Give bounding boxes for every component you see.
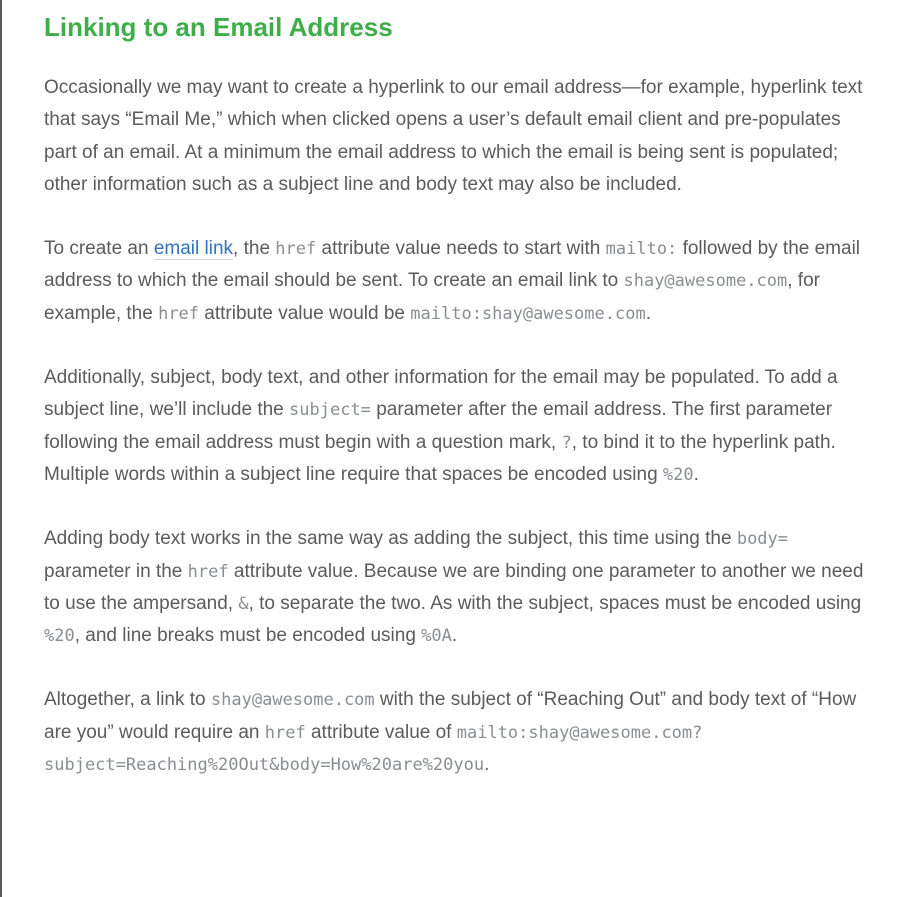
paragraph-mailto: To create an email link, the href attrib…	[44, 233, 874, 330]
paragraph-text: attribute value needs to start with	[316, 238, 606, 260]
paragraph-text: Occasionally we may want to create a hyp…	[44, 77, 863, 195]
inline-code-subject: subject=	[289, 400, 371, 421]
inline-code-href: href	[158, 303, 200, 324]
email-link-glossary-link[interactable]: email link	[153, 238, 234, 261]
paragraph-text: , to separate the two. As with the subje…	[248, 592, 862, 614]
inline-code-space-encoding: %20	[662, 464, 694, 485]
paragraph-text: .	[484, 754, 490, 776]
inline-code-space-encoding: %20	[44, 626, 75, 647]
inline-code-href: href	[187, 561, 229, 582]
paragraph-body: Adding body text works in the same way a…	[44, 523, 874, 652]
inline-code-linebreak-encoding: %0A	[421, 626, 452, 647]
inline-code-question-mark: ?	[561, 432, 572, 453]
paragraph-altogether: Altogether, a link to shay@awesome.com w…	[44, 684, 874, 781]
inline-code-href: href	[275, 239, 317, 260]
inline-code-email: shay@awesome.com	[210, 690, 375, 711]
paragraph-text: To create an	[44, 238, 154, 260]
paragraph-text: Altogether, a link to	[44, 689, 211, 711]
paragraph-intro: Occasionally we may want to create a hyp…	[44, 72, 874, 201]
inline-code-mailto: mailto:	[605, 239, 678, 260]
paragraph-text: attribute value would be	[199, 302, 411, 324]
paragraph-text: .	[451, 625, 458, 647]
inline-code-email: shay@awesome.com	[623, 271, 788, 292]
paragraph-text: Adding body text works in the same way a…	[44, 528, 737, 550]
paragraph-subject: Additionally, subject, body text, and ot…	[44, 362, 874, 491]
inline-code-href: href	[264, 722, 306, 743]
paragraph-text: , the	[233, 238, 276, 260]
section-heading: Linking to an Email Address	[44, 12, 393, 42]
paragraph-text: .	[645, 302, 651, 324]
article-content: Linking to an Email Address Occasionally…	[44, 10, 874, 813]
paragraph-text: parameter in the	[44, 560, 188, 582]
paragraph-text: , and line breaks must be encoded using	[74, 625, 422, 647]
inline-code-ampersand: &	[238, 593, 249, 614]
paragraph-text: .	[693, 463, 699, 485]
inline-code-body: body=	[736, 529, 789, 550]
inline-code-mailto-email: mailto:shay@awesome.com	[410, 303, 646, 324]
paragraph-text: attribute value of	[305, 721, 457, 743]
document-page: Linking to an Email Address Occasionally…	[0, 0, 899, 897]
